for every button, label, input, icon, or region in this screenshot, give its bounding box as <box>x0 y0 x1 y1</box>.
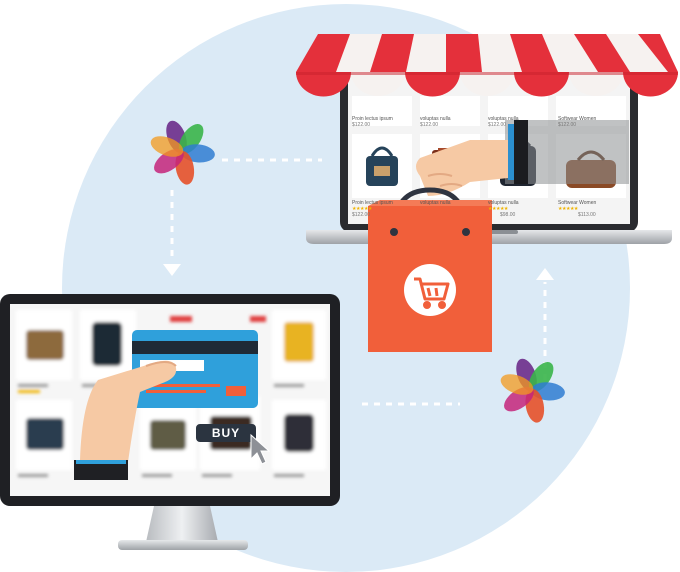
laptop-product-price: $122.00 <box>488 122 507 128</box>
laptop-product-price: $122.00 <box>558 122 577 128</box>
laptop-product-price: $113.00 <box>578 212 596 218</box>
flower-logo-icon <box>147 117 216 187</box>
laptop-product-price: $122.00 <box>352 122 371 128</box>
buy-button[interactable]: BUY <box>197 425 255 441</box>
arrow-head-up <box>536 268 554 280</box>
laptop-product-price: $122.00 <box>352 212 371 218</box>
arrow-head-down <box>163 264 181 276</box>
ecommerce-illustration: Proin lectus ipsum $122.00 voluptas null… <box>0 0 680 572</box>
laptop-product-price: $98.00 <box>500 212 516 218</box>
laptop-product-stars: ★★★★★ <box>558 206 578 212</box>
laptop-product-price: $122.00 <box>420 122 439 128</box>
illustration-svg <box>0 34 678 550</box>
laptop-product-caption: voluptas nulla <box>420 200 451 206</box>
flower-logo-icon-2 <box>497 355 566 425</box>
laptop-product-stars: ★★★★★ <box>488 206 508 212</box>
shopping-bag-icon <box>368 187 492 352</box>
